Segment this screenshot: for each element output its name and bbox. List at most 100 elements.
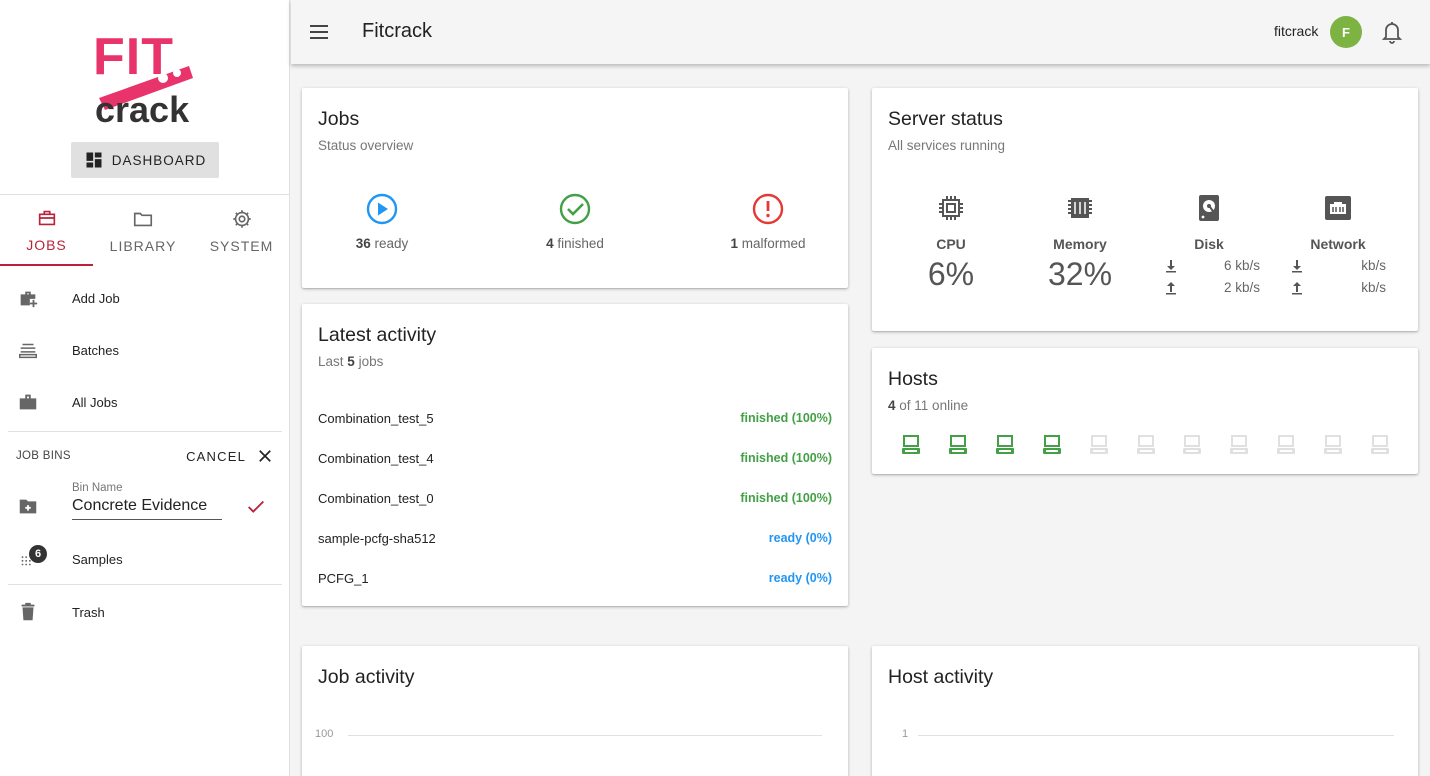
memory-stat: Memory 32% bbox=[1015, 192, 1145, 293]
hosts-card: Hosts 4 of 11 online bbox=[872, 348, 1418, 474]
activity-job-name: Combination_test_4 bbox=[318, 450, 434, 466]
cancel-button[interactable]: CANCEL bbox=[186, 447, 274, 465]
activity-job-name: sample-pcfg-sha512 bbox=[318, 530, 436, 546]
activity-job-status: finished (100%) bbox=[740, 411, 832, 425]
nav-trash[interactable]: Trash bbox=[0, 586, 290, 638]
sidebar: FIT crack DASHBOARD JOBS LIBRARY SYSTEM … bbox=[0, 0, 290, 776]
host-offline-icon[interactable] bbox=[1135, 434, 1157, 456]
bin-name-field: Bin Name bbox=[72, 482, 222, 520]
host-offline-icon[interactable] bbox=[1088, 434, 1110, 456]
network-stat: Network bbox=[1273, 192, 1403, 252]
network-upload-rate: kb/s bbox=[1290, 278, 1386, 300]
cancel-label: CANCEL bbox=[186, 448, 246, 464]
trash-icon bbox=[16, 600, 40, 624]
play-circle-icon bbox=[366, 193, 398, 225]
disk-label: Disk bbox=[1194, 236, 1224, 252]
server-card-title: Server status bbox=[888, 108, 1003, 130]
activity-row[interactable]: Combination_test_4 finished (100%) bbox=[318, 438, 832, 478]
bell-icon[interactable] bbox=[1380, 19, 1404, 45]
job-bins-header: JOB BINS CANCEL bbox=[16, 444, 274, 468]
activity-job-name: PCFG_1 bbox=[318, 570, 369, 586]
divider bbox=[8, 431, 282, 432]
gear-icon bbox=[232, 210, 251, 228]
activity-row[interactable]: sample-pcfg-sha512 ready (0%) bbox=[318, 518, 832, 558]
username: fitcrack bbox=[1274, 23, 1319, 39]
host-online-icon[interactable] bbox=[900, 434, 922, 456]
host-online-icon[interactable] bbox=[947, 434, 969, 456]
host-offline-icon[interactable] bbox=[1181, 434, 1203, 456]
jobs-stat-malformed[interactable]: 1 malformed bbox=[688, 192, 848, 251]
tab-library[interactable]: LIBRARY bbox=[93, 196, 193, 266]
bin-count-badge: 6 bbox=[29, 545, 47, 563]
job-activity-y-tick: 100 bbox=[315, 728, 334, 740]
job-activity-title: Job activity bbox=[318, 666, 415, 688]
nav-batches-label: Batches bbox=[72, 342, 119, 358]
activity-job-status: finished (100%) bbox=[740, 451, 832, 465]
dashboard-label: DASHBOARD bbox=[111, 152, 207, 168]
host-activity-title: Host activity bbox=[888, 666, 994, 688]
gridline bbox=[348, 735, 822, 736]
hosts-card-subtitle: 4 of 11 online bbox=[888, 398, 969, 413]
app-title: Fitcrack bbox=[362, 20, 432, 42]
host-activity-y-tick: 1 bbox=[902, 728, 909, 740]
upload-icon bbox=[1292, 282, 1302, 295]
nav-add-job-label: Add Job bbox=[72, 290, 120, 306]
nav-trash-label: Trash bbox=[72, 604, 105, 620]
bin-name-input[interactable] bbox=[72, 494, 222, 520]
download-icon bbox=[1292, 260, 1302, 273]
job-bins-title: JOB BINS bbox=[16, 450, 71, 462]
hosts-card-title: Hosts bbox=[888, 368, 938, 390]
activity-job-status: ready (0%) bbox=[768, 571, 832, 585]
activity-card-subtitle: Last 5 jobs bbox=[318, 354, 384, 369]
server-card-subtitle: All services running bbox=[888, 138, 1006, 153]
bin-name-label: Bin Name bbox=[72, 482, 123, 494]
cpu-icon bbox=[939, 196, 963, 220]
memory-value: 32% bbox=[1047, 256, 1113, 292]
dashboard-icon bbox=[86, 152, 102, 168]
memory-icon bbox=[1068, 198, 1092, 218]
host-online-icon[interactable] bbox=[994, 434, 1016, 456]
tab-system[interactable]: SYSTEM bbox=[193, 196, 290, 266]
folder-icon bbox=[133, 212, 153, 227]
nav-all-jobs[interactable]: All Jobs bbox=[0, 376, 290, 428]
jobs-stat-ready[interactable]: 36 ready bbox=[302, 192, 462, 251]
fitcrack-logo[interactable]: FIT crack bbox=[93, 26, 197, 124]
jobs-card: Jobs Status overview 36 ready 4 finished… bbox=[302, 88, 848, 288]
briefcase-plus-icon bbox=[16, 286, 40, 310]
jobs-card-title: Jobs bbox=[318, 108, 360, 130]
host-offline-icon[interactable] bbox=[1228, 434, 1250, 456]
cpu-value: 6% bbox=[927, 256, 975, 292]
menu-icon[interactable] bbox=[307, 20, 331, 44]
jobs-stat-finished[interactable]: 4 finished bbox=[495, 192, 655, 251]
folder-plus-icon bbox=[16, 494, 40, 518]
disk-stat: Disk bbox=[1144, 192, 1274, 252]
confirm-check-icon[interactable] bbox=[245, 496, 267, 518]
nav-batches[interactable]: Batches bbox=[0, 324, 290, 376]
host-offline-icon[interactable] bbox=[1322, 434, 1344, 456]
avatar[interactable]: F bbox=[1330, 16, 1362, 48]
tab-jobs[interactable]: JOBS bbox=[0, 196, 93, 266]
logo-crack-text: crack bbox=[95, 89, 190, 124]
dashboard-button[interactable]: DASHBOARD bbox=[71, 142, 219, 178]
briefcase-icon bbox=[16, 390, 40, 414]
activity-row[interactable]: Combination_test_5 finished (100%) bbox=[318, 398, 832, 438]
job-activity-card: Job activity 100 bbox=[302, 646, 848, 776]
host-offline-icon[interactable] bbox=[1275, 434, 1297, 456]
cpu-label: CPU bbox=[936, 236, 966, 252]
tab-library-label: LIBRARY bbox=[109, 238, 177, 254]
activity-card-title: Latest activity bbox=[318, 324, 437, 346]
activity-job-name: Combination_test_0 bbox=[318, 490, 434, 506]
tab-system-label: SYSTEM bbox=[209, 238, 274, 254]
host-offline-icon[interactable] bbox=[1369, 434, 1391, 456]
download-icon bbox=[1166, 260, 1176, 273]
disk-upload-rate: 2 kb/s bbox=[1164, 278, 1260, 300]
activity-row[interactable]: Combination_test_0 finished (100%) bbox=[318, 478, 832, 518]
cpu-stat: CPU 6% bbox=[886, 192, 1016, 293]
activity-row[interactable]: PCFG_1 ready (0%) bbox=[318, 558, 832, 598]
nav-add-job[interactable]: Add Job bbox=[0, 272, 290, 324]
host-activity-card: Host activity 1 bbox=[872, 646, 1418, 776]
ethernet-icon bbox=[1325, 196, 1351, 220]
host-online-icon[interactable] bbox=[1041, 434, 1063, 456]
sidebar-tabs: JOBS LIBRARY SYSTEM bbox=[0, 196, 290, 268]
close-icon bbox=[259, 450, 271, 462]
